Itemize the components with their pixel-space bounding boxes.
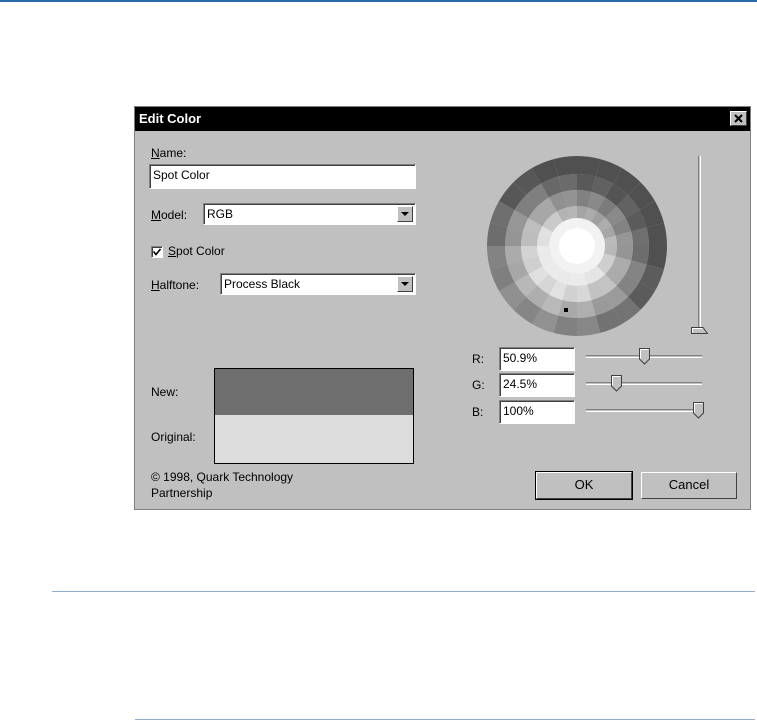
- halftone-value: Process Black: [224, 277, 301, 291]
- edit-color-dialog: Edit Color Name: Spot Color Model: RGB S…: [134, 106, 751, 510]
- name-label: Name:: [151, 146, 187, 160]
- b-slider-thumb[interactable]: [692, 402, 704, 419]
- g-label: G:: [472, 378, 485, 392]
- close-button[interactable]: [730, 111, 747, 126]
- r-slider-thumb[interactable]: [639, 348, 651, 365]
- halftone-dropdown-button[interactable]: [397, 276, 413, 292]
- dialog-title: Edit Color: [139, 111, 202, 126]
- g-slider-track[interactable]: [586, 382, 702, 385]
- r-value: 50.9%: [503, 351, 538, 365]
- title-bar[interactable]: Edit Color: [135, 107, 750, 131]
- chevron-down-icon: [401, 282, 409, 286]
- new-label: New:: [151, 385, 179, 399]
- name-value: Spot Color: [153, 168, 210, 182]
- original-color-swatch: [215, 415, 413, 463]
- color-wheel-marker[interactable]: [564, 308, 568, 312]
- spot-color-label[interactable]: Spot Color: [168, 244, 225, 258]
- r-label: R:: [472, 352, 484, 366]
- color-wheel-white-point: [559, 228, 595, 264]
- chevron-down-icon: [401, 212, 409, 216]
- copyright-line-1: © 1998, Quark Technology: [151, 470, 294, 484]
- brightness-slider-track[interactable]: [698, 156, 701, 331]
- section-rule: [52, 591, 755, 592]
- cancel-button[interactable]: Cancel: [641, 472, 737, 499]
- checkmark-icon: [153, 248, 161, 256]
- color-preview: [214, 368, 414, 464]
- model-dropdown-button[interactable]: [397, 206, 413, 222]
- top-rule: [0, 0, 757, 2]
- new-color-swatch: [215, 369, 413, 415]
- halftone-label: Halftone:: [151, 278, 200, 292]
- b-label: B:: [472, 405, 484, 419]
- model-select[interactable]: RGB: [203, 203, 416, 225]
- r-field[interactable]: 50.9%: [499, 347, 575, 371]
- g-value: 24.5%: [503, 377, 538, 391]
- model-value: RGB: [207, 207, 234, 221]
- g-field[interactable]: 24.5%: [499, 373, 575, 397]
- bottom-rule: [135, 719, 755, 720]
- original-label: Original:: [151, 430, 196, 444]
- b-slider-track[interactable]: [586, 409, 702, 412]
- spot-color-checkbox[interactable]: [151, 246, 163, 258]
- close-icon: [734, 114, 743, 123]
- b-field[interactable]: 100%: [499, 400, 575, 424]
- brightness-slider-thumb[interactable]: [691, 325, 708, 334]
- b-value: 100%: [503, 404, 534, 418]
- halftone-select[interactable]: Process Black: [220, 273, 416, 295]
- model-label: Model:: [151, 208, 188, 222]
- color-wheel[interactable]: [483, 152, 671, 340]
- ok-button[interactable]: OK: [535, 471, 633, 500]
- g-slider-thumb[interactable]: [610, 375, 622, 392]
- copyright-line-2: Partnership: [151, 486, 213, 500]
- name-field[interactable]: Spot Color: [149, 164, 416, 189]
